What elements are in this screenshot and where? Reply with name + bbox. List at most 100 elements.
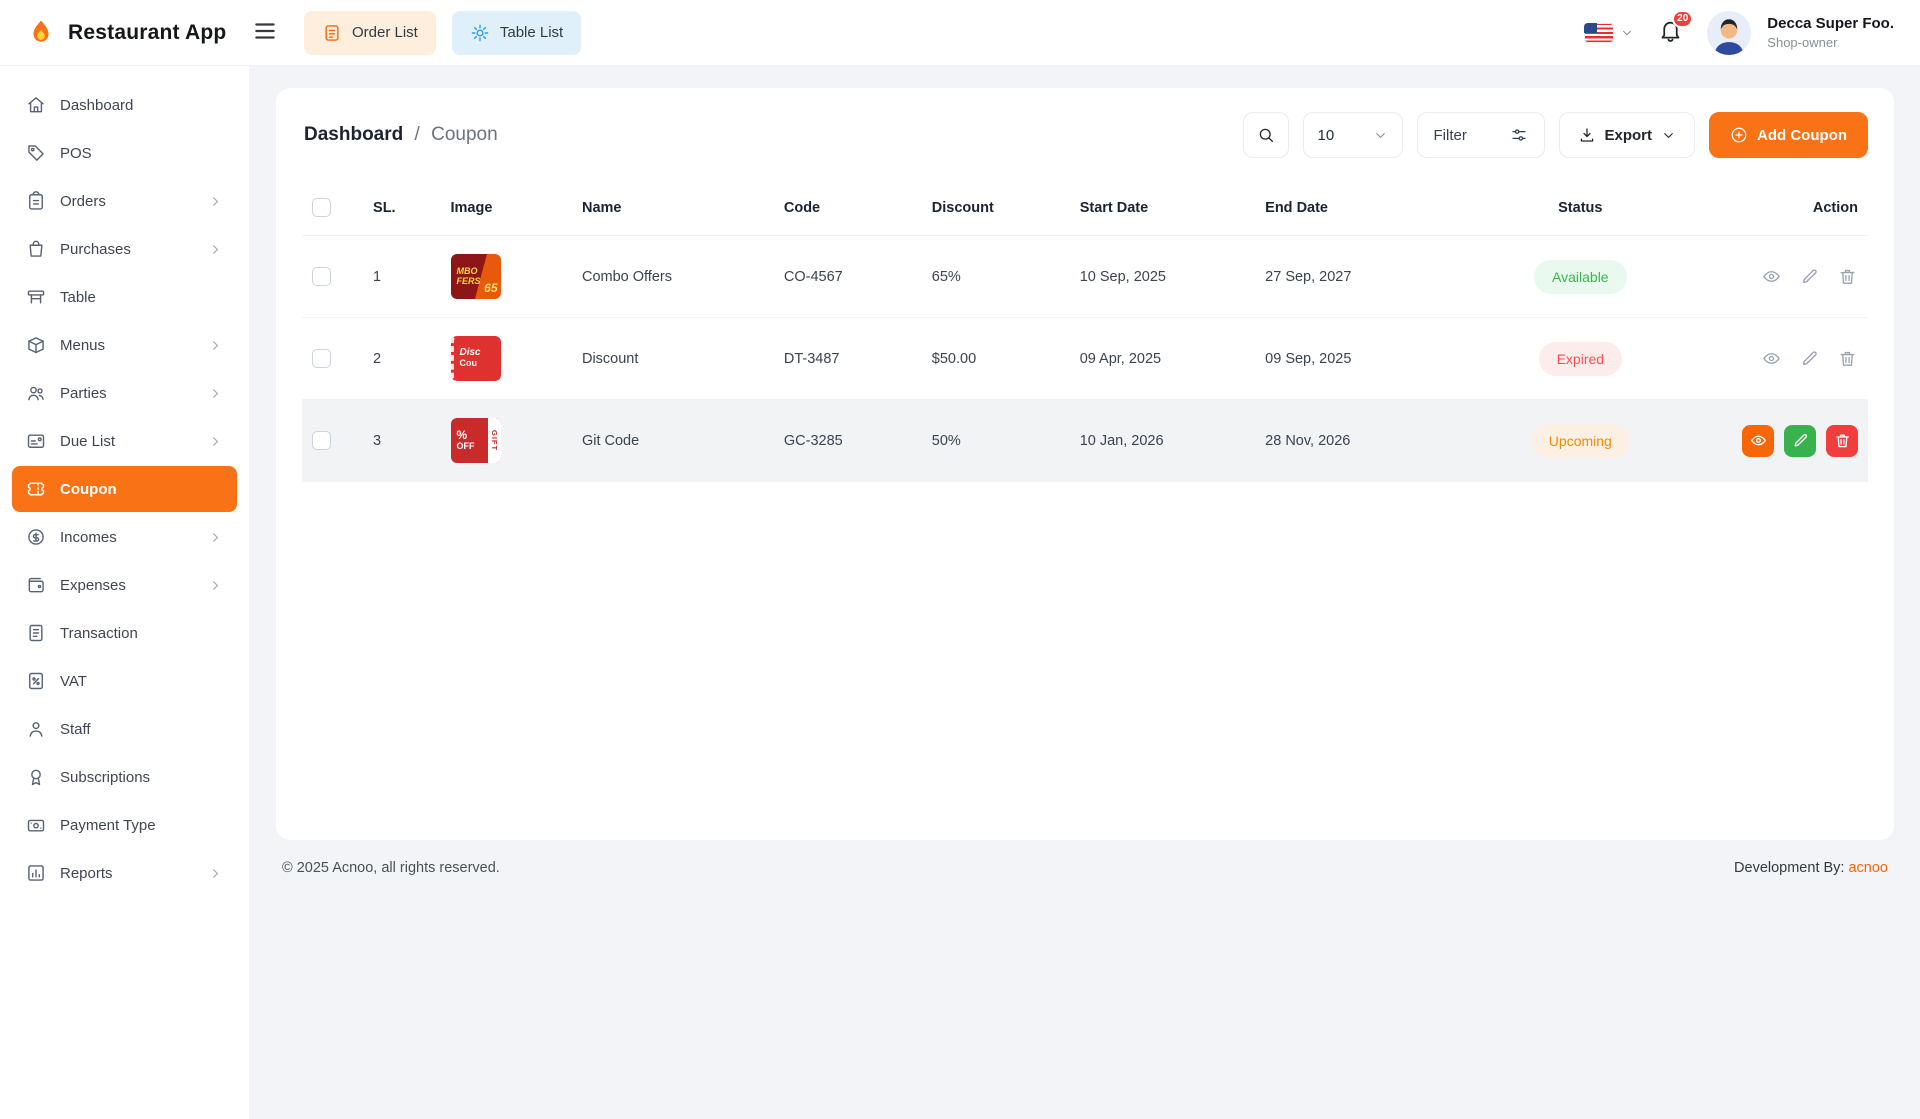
sidebar-item-payment-type[interactable]: Payment Type (12, 802, 237, 848)
delete-button[interactable] (1836, 266, 1858, 288)
chevron-down-icon (1620, 26, 1634, 40)
chevron-right-icon (208, 338, 223, 353)
sidebar-item-expenses[interactable]: Expenses (12, 562, 237, 608)
sliders-icon (1510, 126, 1528, 144)
delete-button[interactable] (1826, 425, 1858, 457)
app-logo[interactable]: Restaurant App (24, 18, 252, 48)
col-discount: Discount (922, 184, 1070, 236)
status-badge: Expired (1539, 342, 1622, 376)
language-selector[interactable] (1584, 23, 1634, 43)
table-list-button[interactable]: Table List (452, 11, 581, 55)
sidebar-item-orders[interactable]: Orders (12, 178, 237, 224)
sidebar-item-parties[interactable]: Parties (12, 370, 237, 416)
sidebar-item-label: Parties (60, 385, 107, 402)
main-content: Dashboard / Coupon 10 Filter Export (250, 66, 1920, 1119)
user-role: Shop-owner (1767, 35, 1894, 50)
col-action: Action (1708, 184, 1868, 236)
sidebar-item-staff[interactable]: Staff (12, 706, 237, 752)
dev-by-text: Development By: (1734, 860, 1844, 876)
table-icon (26, 287, 46, 307)
table-row[interactable]: 1 MBO FERS 65 Combo Offers CO-4567 65% 1… (302, 236, 1868, 318)
pencil-icon (1800, 267, 1819, 286)
order-list-label: Order List (352, 24, 418, 41)
sidebar-item-label: VAT (60, 673, 87, 690)
search-button[interactable] (1243, 112, 1289, 158)
sidebar-item-label: Subscriptions (60, 769, 150, 786)
user-menu[interactable]: Decca Super Foo. Shop-owner (1767, 15, 1894, 50)
sidebar-item-purchases[interactable]: Purchases (12, 226, 237, 272)
coupon-code: GC-3285 (784, 433, 843, 449)
coupon-image: Disc Cou (451, 336, 501, 381)
per-page-value: 10 (1318, 127, 1335, 144)
delete-button[interactable] (1836, 348, 1858, 370)
header-right: 20 Decca Super Foo. Shop-owner (1584, 11, 1894, 55)
reports-icon (26, 863, 46, 883)
sidebar-item-coupon[interactable]: Coupon (12, 466, 237, 512)
sidebar-item-label: Menus (60, 337, 105, 354)
sidebar-item-vat[interactable]: VAT (12, 658, 237, 704)
sidebar-item-incomes[interactable]: Incomes (12, 514, 237, 560)
filter-button[interactable]: Filter (1417, 112, 1545, 158)
sidebar-item-transaction[interactable]: Transaction (12, 610, 237, 656)
sidebar-item-due-list[interactable]: Due List (12, 418, 237, 464)
sidebar-item-pos[interactable]: POS (12, 130, 237, 176)
hamburger-icon (252, 18, 278, 44)
sidebar-item-subscriptions[interactable]: Subscriptions (12, 754, 237, 800)
row-checkbox[interactable] (312, 349, 331, 368)
sidebar-item-reports[interactable]: Reports (12, 850, 237, 896)
row-actions (1718, 266, 1858, 288)
sidebar-item-label: Transaction (60, 625, 138, 642)
coupon-card: Dashboard / Coupon 10 Filter Export (276, 88, 1894, 840)
orders-icon (26, 191, 46, 211)
parties-icon (26, 383, 46, 403)
user-avatar[interactable] (1707, 11, 1751, 55)
add-coupon-button[interactable]: Add Coupon (1709, 112, 1868, 158)
filter-label: Filter (1434, 127, 1467, 144)
row-checkbox[interactable] (312, 267, 331, 286)
dev-link[interactable]: acnoo (1848, 860, 1888, 876)
order-list-button[interactable]: Order List (304, 11, 436, 55)
coupon-name: Combo Offers (582, 269, 672, 285)
user-name: Decca Super Foo. (1767, 15, 1894, 32)
sidebar-item-label: Reports (60, 865, 113, 882)
view-button[interactable] (1742, 425, 1774, 457)
edit-button[interactable] (1798, 348, 1820, 370)
view-button[interactable] (1760, 266, 1782, 288)
sidebar-item-dashboard[interactable]: Dashboard (12, 82, 237, 128)
us-flag-icon (1584, 23, 1614, 43)
chevron-right-icon (208, 530, 223, 545)
coupon-discount: 65% (932, 269, 961, 285)
sidebar-item-label: Payment Type (60, 817, 156, 834)
pencil-icon (1800, 349, 1819, 368)
row-checkbox[interactable] (312, 431, 331, 450)
sidebar-item-label: Table (60, 289, 96, 306)
row-actions (1718, 425, 1858, 457)
add-coupon-label: Add Coupon (1757, 127, 1847, 144)
table-row[interactable]: 2 Disc Cou Discount DT-3487 $50.00 09 Ap… (302, 318, 1868, 400)
pencil-icon (1792, 432, 1809, 449)
col-name: Name (572, 184, 774, 236)
notifications-button[interactable]: 20 (1658, 18, 1683, 48)
chevron-down-icon (1661, 128, 1676, 143)
view-button[interactable] (1760, 348, 1782, 370)
breadcrumb-separator: / (415, 124, 420, 145)
edit-button[interactable] (1798, 266, 1820, 288)
restaurant-logo-icon (24, 18, 58, 48)
breadcrumb-dashboard[interactable]: Dashboard (304, 124, 403, 145)
col-end-date: End Date (1255, 184, 1452, 236)
export-button[interactable]: Export (1559, 112, 1696, 158)
coupon-discount: $50.00 (932, 351, 976, 367)
edit-button[interactable] (1784, 425, 1816, 457)
chevron-right-icon (208, 386, 223, 401)
menu-toggle-button[interactable] (252, 18, 278, 47)
staff-icon (26, 719, 46, 739)
coupon-discount: 50% (932, 433, 961, 449)
select-all-checkbox[interactable] (312, 198, 331, 217)
sidebar-item-menus[interactable]: Menus (12, 322, 237, 368)
trash-icon (1834, 432, 1851, 449)
per-page-select[interactable]: 10 (1303, 112, 1403, 158)
table-row[interactable]: 3 % OFF GIFT Git Code GC-3285 50% 10 Jan… (302, 400, 1868, 482)
pos-icon (26, 143, 46, 163)
sidebar-item-table[interactable]: Table (12, 274, 237, 320)
export-label: Export (1605, 127, 1653, 144)
